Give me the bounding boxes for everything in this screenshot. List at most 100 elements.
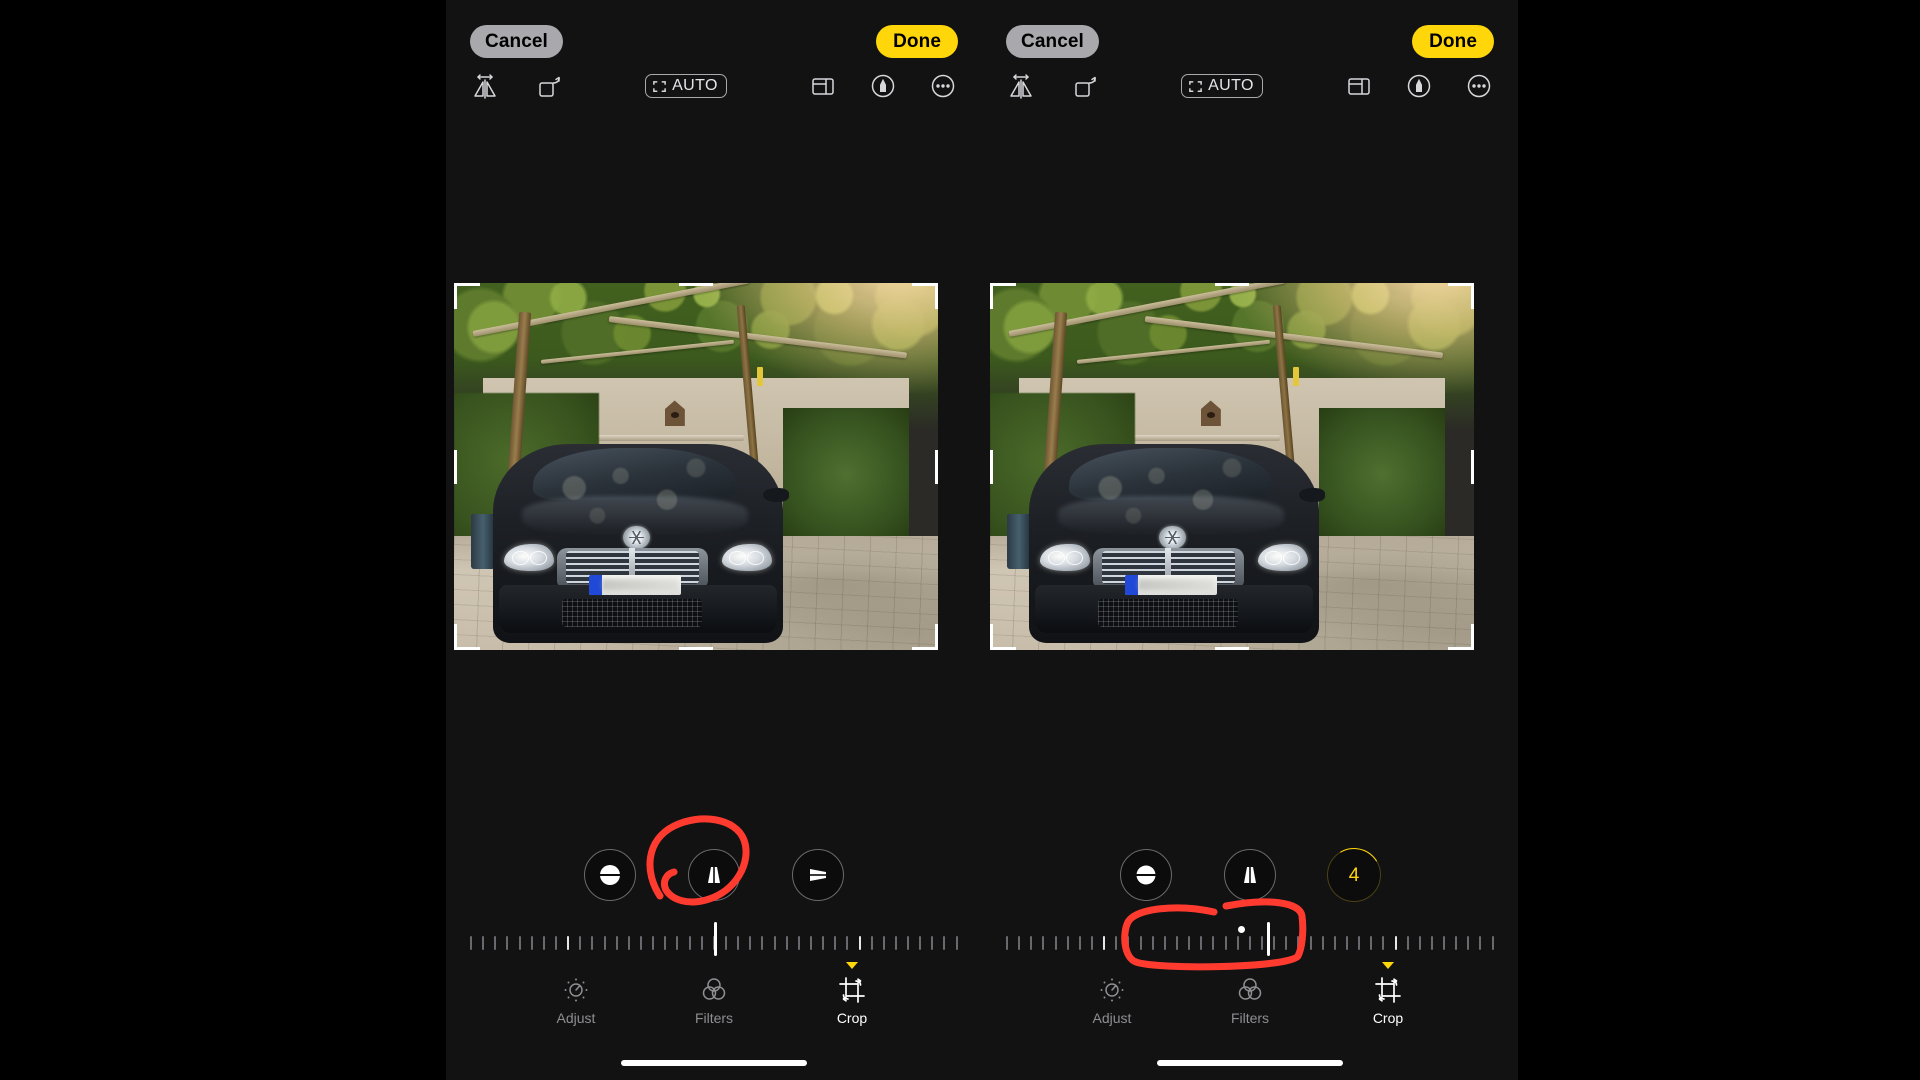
aspect-ratio-icon[interactable] [808, 71, 838, 101]
ruler-tick [518, 936, 521, 950]
more-options-icon[interactable] [1464, 71, 1494, 101]
ruler-tick [688, 936, 691, 950]
tab-filters[interactable]: Filters [1212, 975, 1288, 1025]
ruler-tick [1285, 936, 1288, 950]
ruler-tick [567, 936, 570, 950]
phone-panel-left: Cancel Done AUTO Adjust Filters Crop [446, 0, 982, 1080]
ruler-tick [494, 936, 497, 950]
ruler-tick [1309, 936, 1312, 950]
ruler-tick [1163, 936, 1166, 950]
tab-filters-label: Filters [1230, 1010, 1270, 1026]
editor-tabs-left: Adjust Filters Crop [446, 962, 982, 1053]
photo-crop-area-left[interactable] [454, 283, 938, 650]
ruler-tick [870, 936, 873, 950]
screenshot-stage: Cancel Done AUTO Adjust Filters Crop Can… [0, 0, 1920, 1080]
tab-filters-label: Filters [694, 1010, 734, 1026]
flip-horizontal-icon[interactable] [1006, 71, 1036, 101]
ruler-tick [1151, 936, 1154, 950]
ruler-tick [1321, 936, 1324, 950]
ruler-indicator[interactable] [714, 922, 717, 956]
editor-toolbar-right: AUTO [982, 64, 1518, 108]
horizontal-perspective-button[interactable]: 4 [1321, 842, 1387, 908]
tab-adjust[interactable]: Adjust [1074, 975, 1150, 1025]
ruler-tick [955, 936, 958, 950]
ruler-tick [1382, 936, 1385, 950]
ruler-tick [1260, 936, 1263, 950]
ruler-tick [700, 936, 703, 950]
ruler-tick [530, 936, 533, 950]
ruler-tick [1345, 936, 1348, 950]
done-button[interactable]: Done [876, 24, 958, 58]
dial-progress-arc [1321, 842, 1387, 908]
selected-tab-indicator [1382, 962, 1394, 969]
ruler-tick [1333, 936, 1336, 950]
ruler-tick [1042, 936, 1045, 950]
selected-tab-indicator [846, 962, 858, 969]
ruler-tick [931, 936, 934, 950]
ruler-tick [1066, 936, 1069, 950]
flip-horizontal-icon[interactable] [470, 71, 500, 101]
ruler-tick [1103, 936, 1106, 950]
ruler-tick [627, 936, 630, 950]
straighten-controls-left [446, 840, 982, 910]
ruler-tick [1394, 936, 1397, 950]
auto-crop-icon [652, 79, 667, 94]
cancel-button[interactable]: Cancel [1006, 24, 1099, 58]
tab-crop-label: Crop [836, 1010, 868, 1026]
horizontal-perspective-button[interactable] [792, 849, 844, 901]
auto-crop-icon [1188, 79, 1203, 94]
ruler-tick [1212, 936, 1215, 950]
straighten-slider-left[interactable] [470, 920, 958, 956]
ruler-tick [822, 936, 825, 950]
ruler-tick [1358, 936, 1361, 950]
straighten-button[interactable] [584, 849, 636, 901]
ruler-tick [761, 936, 764, 950]
markup-pen-icon[interactable] [1404, 71, 1434, 101]
ruler-tick [1273, 936, 1276, 950]
straighten-controls-right: 4 [982, 840, 1518, 910]
rotate-left-icon[interactable] [534, 71, 564, 101]
tab-crop[interactable]: Crop [1350, 962, 1426, 1025]
tab-adjust-label: Adjust [556, 1010, 596, 1026]
photo-image [454, 283, 938, 650]
ruler-tick [1090, 936, 1093, 950]
straighten-slider-right[interactable] [1006, 920, 1494, 956]
tab-crop[interactable]: Crop [814, 962, 890, 1026]
markup-pen-icon[interactable] [868, 71, 898, 101]
nav-row-right: Cancel Done [982, 20, 1518, 62]
cancel-button[interactable]: Cancel [470, 24, 563, 58]
auto-crop-button[interactable]: AUTO [1181, 74, 1263, 98]
ruler-tick [664, 936, 667, 950]
auto-crop-label: AUTO [672, 77, 718, 94]
ruler-tick [1455, 936, 1458, 950]
vertical-perspective-button[interactable] [1224, 849, 1276, 901]
straighten-button[interactable] [1120, 849, 1172, 901]
ruler-tick [1467, 936, 1470, 950]
tab-filters[interactable]: Filters [676, 975, 752, 1025]
ruler-tick [1175, 936, 1178, 950]
ruler-tick [579, 936, 582, 950]
ruler-tick [943, 936, 946, 950]
more-options-icon[interactable] [928, 71, 958, 101]
ruler-tick [1018, 936, 1021, 950]
aspect-ratio-icon[interactable] [1344, 71, 1374, 101]
ruler-tick [1054, 936, 1057, 950]
ruler-tick [773, 936, 776, 950]
tab-adjust[interactable]: Adjust [538, 975, 614, 1025]
ruler-tick [615, 936, 618, 950]
photo-image [990, 283, 1474, 650]
ruler-ticks [1006, 932, 1494, 954]
ruler-tick [676, 936, 679, 950]
ruler-tick [1248, 936, 1251, 950]
rotate-left-icon[interactable] [1070, 71, 1100, 101]
done-button[interactable]: Done [1412, 24, 1494, 58]
ruler-tick [1006, 936, 1008, 950]
ruler-indicator[interactable] [1267, 922, 1270, 956]
home-indicator [1157, 1060, 1343, 1066]
ruler-tick [834, 936, 837, 950]
tab-adjust-label: Adjust [1092, 1010, 1132, 1026]
ruler-tick [1430, 936, 1433, 950]
vertical-perspective-button[interactable] [688, 849, 740, 901]
auto-crop-button[interactable]: AUTO [645, 74, 727, 98]
photo-crop-area-right[interactable] [990, 283, 1474, 650]
